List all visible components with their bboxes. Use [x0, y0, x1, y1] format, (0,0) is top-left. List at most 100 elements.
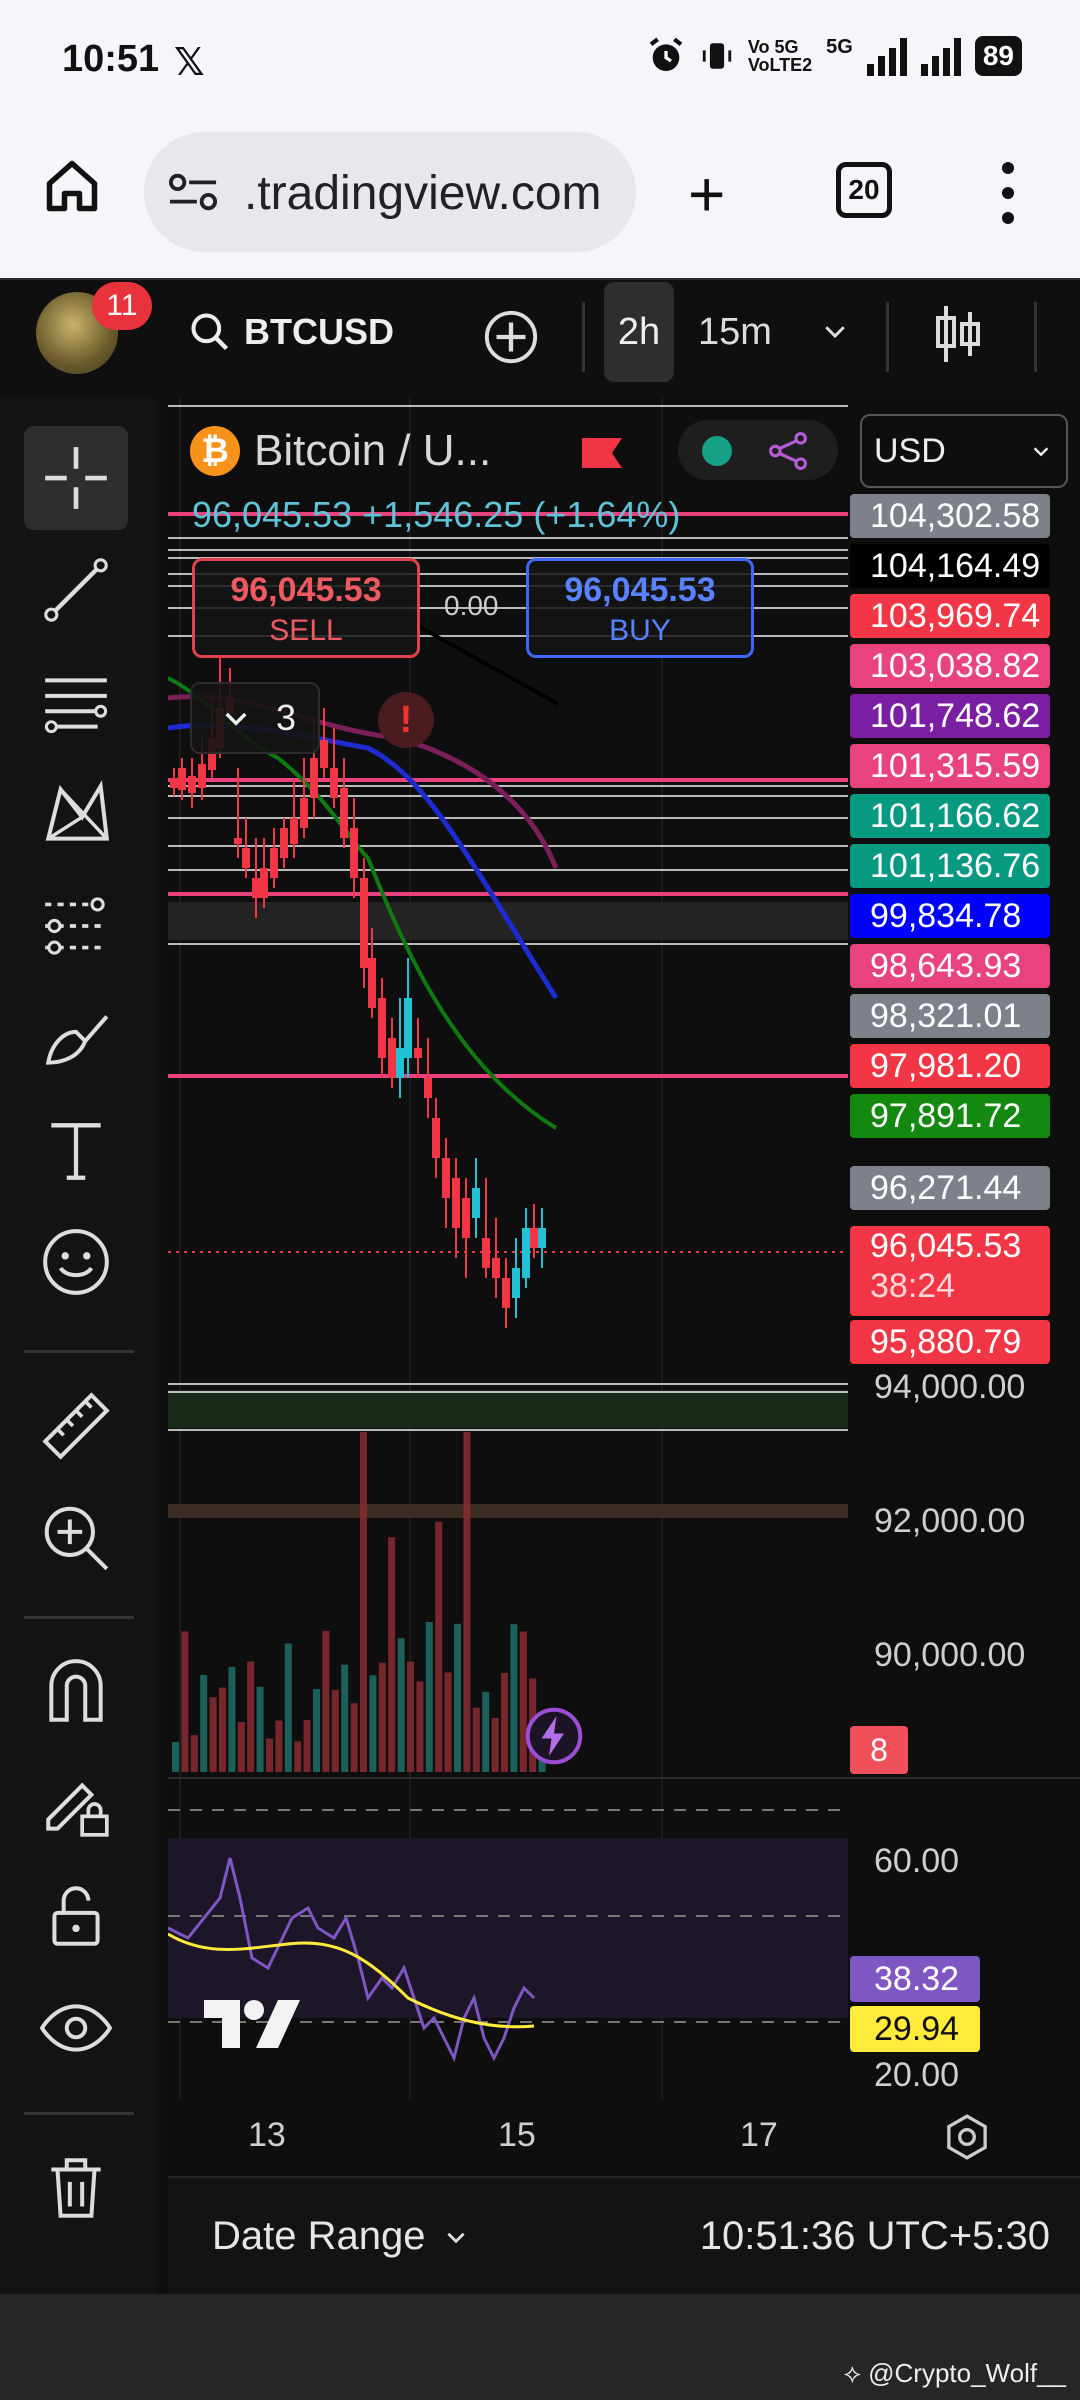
sell-button[interactable]: 96,045.53 SELL: [192, 558, 420, 658]
more-menu-icon[interactable]: [1000, 162, 1016, 228]
trend-line-tool[interactable]: [24, 538, 128, 642]
legend-controls[interactable]: [678, 420, 838, 480]
remove-drawings-tool[interactable]: [24, 2136, 128, 2240]
volume-bar: [228, 1666, 236, 1772]
zoom-in-icon: [44, 1506, 109, 1571]
brush-tool[interactable]: [24, 986, 128, 1090]
price-level-label: 103,969.74: [850, 594, 1050, 638]
trend-line-icon: [44, 558, 108, 622]
buy-button[interactable]: 96,045.53 BUY: [526, 558, 754, 658]
rsi-band: [168, 1838, 848, 2018]
alarm-icon: [649, 37, 683, 71]
hide-drawings-tool[interactable]: [24, 1976, 128, 2080]
toolbar-divider: [886, 302, 889, 372]
volume-bar: [388, 1537, 396, 1772]
current-price-value: 96,045.53: [870, 1227, 1022, 1265]
date-label: 15: [498, 2116, 536, 2154]
sell-label: SELL: [269, 614, 343, 647]
price-level-label: 96,271.44: [850, 1166, 1050, 1210]
eye-icon: [39, 2004, 113, 2052]
site-settings-icon[interactable]: [168, 170, 218, 214]
magnet-icon: [49, 1659, 103, 1722]
ruler-tool[interactable]: [24, 1374, 128, 1478]
tab-switcher-button[interactable]: 20: [836, 162, 892, 218]
notification-badge[interactable]: 11: [92, 282, 152, 330]
fib-retracement-tool[interactable]: [24, 650, 128, 754]
chart-type-candles-icon[interactable]: [932, 304, 984, 364]
timeframe-15m-button[interactable]: 15m: [698, 282, 772, 382]
symbol-legend[interactable]: ₿ Bitcoin / U...: [190, 426, 491, 476]
pattern-tool[interactable]: [24, 762, 128, 866]
lightning-icon[interactable]: [524, 1706, 584, 1766]
magnet-tool[interactable]: [24, 1640, 128, 1744]
volume-bar: [416, 1681, 424, 1772]
timeframe-2h-button[interactable]: 2h: [604, 282, 674, 382]
flag-icon[interactable]: [582, 438, 622, 468]
emoji-tool[interactable]: [24, 1210, 128, 1314]
axis-label: 94,000.00: [874, 1368, 1026, 1406]
new-tab-button[interactable]: +: [688, 162, 725, 226]
candle-body: [188, 776, 196, 793]
buy-label: BUY: [609, 614, 671, 647]
price-level-label: 103,038.82: [850, 644, 1050, 688]
network-label-3: 5G: [826, 36, 853, 58]
lock-all-tool[interactable]: [24, 1864, 128, 1968]
symbol-label: BTCUSD: [244, 311, 394, 352]
lock-drawings-tool[interactable]: [24, 1752, 128, 1856]
crosshair-tool[interactable]: [24, 426, 128, 530]
volume-bar: [172, 1742, 179, 1772]
volume-bar: [322, 1630, 330, 1772]
volume-bar: [472, 1707, 480, 1772]
candle-body: [442, 1158, 450, 1198]
settings-gear-icon[interactable]: [942, 2112, 992, 2162]
current-price-label: 96,045.53 38:24: [850, 1226, 1050, 1316]
share-icon[interactable]: [768, 432, 808, 470]
spread-value: 0.00: [444, 590, 499, 621]
compare-add-icon[interactable]: [482, 308, 540, 366]
url-text[interactable]: .tradingview.com: [244, 166, 624, 221]
status-time: 10:51: [62, 38, 160, 80]
chart-area[interactable]: ₿ Bitcoin / U... 96,045.53 +1,546.25 (+1…: [168, 398, 1080, 2294]
candle-body: [424, 1078, 432, 1098]
timezone-clock[interactable]: 10:51:36 UTC+5:30: [700, 2214, 1050, 2259]
x-app-icon: 𝕏: [174, 42, 205, 84]
address-bar[interactable]: .tradingview.com: [144, 132, 636, 252]
price-level-label: 101,748.62: [850, 694, 1050, 738]
volume-bar: [275, 1720, 283, 1772]
volume-bar: [435, 1521, 443, 1772]
trash-icon: [51, 2158, 101, 2218]
volume-bar: [369, 1675, 377, 1772]
watermark-credit: ⟡ @Crypto_Wolf__: [843, 2358, 1066, 2388]
candle-body: [242, 848, 250, 868]
brush-icon: [45, 1015, 109, 1065]
zoom-tool[interactable]: [24, 1486, 128, 1590]
rsi-level-label: 60.00: [874, 1842, 960, 1880]
volume-bar: [491, 1717, 499, 1772]
toolbar-divider: [1034, 302, 1037, 372]
candle-body: [452, 1178, 460, 1228]
currency-select[interactable]: USD: [860, 414, 1068, 488]
credit-text: @Crypto_Wolf__: [868, 2358, 1066, 2388]
home-icon[interactable]: [42, 156, 102, 216]
volume-badge: 8: [850, 1726, 908, 1774]
warning-icon[interactable]: !: [378, 692, 434, 748]
volume-bar: [266, 1738, 273, 1772]
symbol-search-button[interactable]: BTCUSD: [188, 310, 394, 354]
signal-bars-1-icon: [866, 36, 907, 76]
bottom-bar: Date Range 10:51:36 UTC+5:30: [168, 2176, 1080, 2294]
chevron-down-icon[interactable]: [820, 316, 850, 346]
price-level-label: 97,981.20: [850, 1044, 1050, 1088]
date-range-button[interactable]: Date Range: [212, 2214, 469, 2259]
indicators-collapse-button[interactable]: 3: [190, 682, 320, 754]
search-icon: [191, 313, 229, 351]
tv-top-toolbar: 11 BTCUSD 2h 15m: [0, 278, 1080, 390]
date-label: 13: [248, 2116, 286, 2154]
text-tool[interactable]: [24, 1098, 128, 1202]
price-change-legend: 96,045.53 +1,546.25 (+1.64%): [192, 494, 681, 535]
unlock-icon: [52, 1886, 100, 1946]
chevron-down-icon: [225, 712, 247, 726]
candle-body: [538, 1228, 546, 1248]
candle-body: [340, 788, 348, 838]
prediction-tool[interactable]: [24, 874, 128, 978]
candle-body: [432, 1118, 440, 1158]
